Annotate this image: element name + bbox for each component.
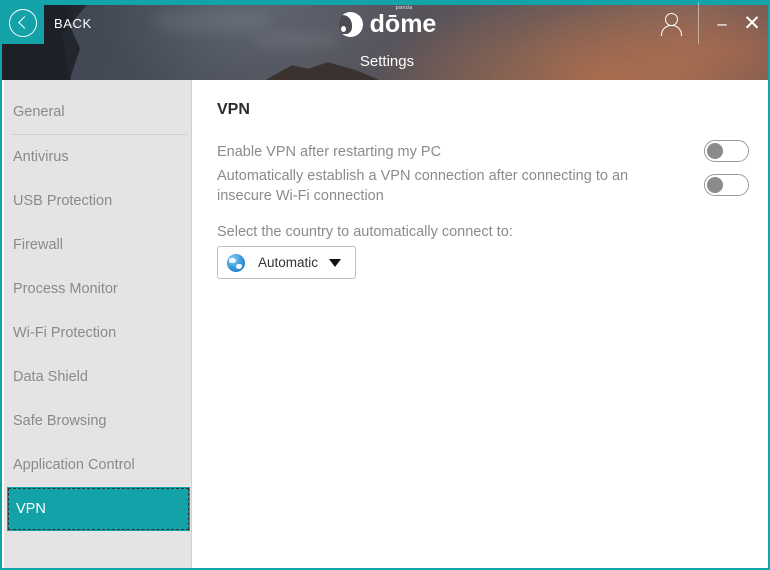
country-select-value: Automatic — [258, 255, 318, 270]
sidebar-item-label: Process Monitor — [13, 281, 118, 297]
sidebar-item-firewall[interactable]: Firewall — [4, 223, 191, 267]
window-top-accent-line — [2, 2, 770, 5]
auto-connect-insecure-wifi-toggle[interactable] — [704, 174, 749, 196]
country-select-dropdown[interactable]: Automatic — [217, 246, 356, 279]
close-button[interactable]: ✕ — [740, 12, 764, 36]
logo-brand-sub: panda — [396, 5, 413, 11]
dome-settings-window: BACK dōme panda – ✕ Settings General Ant… — [0, 0, 770, 570]
sidebar-item-label: Firewall — [13, 237, 63, 253]
window-header: BACK dōme panda – ✕ Settings — [2, 2, 770, 80]
sidebar-item-label: Antivirus — [13, 149, 69, 165]
sidebar-item-label: Application Control — [13, 457, 135, 473]
sidebar-item-wifi-protection[interactable]: Wi-Fi Protection — [4, 311, 191, 355]
sidebar-item-usb-protection[interactable]: USB Protection — [4, 179, 191, 223]
dome-logo: dōme panda — [2, 9, 770, 39]
toggle-knob — [707, 177, 723, 193]
enable-vpn-after-restart-toggle[interactable] — [704, 140, 749, 162]
auto-connect-insecure-wifi-label: Automatically establish a VPN connection… — [217, 166, 677, 206]
sidebar-item-application-control[interactable]: Application Control — [4, 443, 191, 487]
sidebar-item-vpn[interactable]: VPN — [7, 487, 190, 531]
sidebar-item-safe-browsing[interactable]: Safe Browsing — [4, 399, 191, 443]
chevron-down-icon — [329, 259, 341, 267]
panda-logo-icon — [338, 12, 363, 37]
select-country-label: Select the country to automatically conn… — [217, 222, 513, 242]
content-heading: VPN — [217, 101, 250, 119]
logo-wordmark: dōme — [370, 10, 437, 38]
settings-sidebar: General Antivirus USB Protection Firewal… — [4, 80, 192, 568]
titlebar-divider — [698, 2, 699, 44]
window-body: General Antivirus USB Protection Firewal… — [4, 80, 770, 568]
sidebar-item-label: General — [13, 104, 65, 120]
user-account-icon[interactable] — [658, 11, 684, 37]
minimize-button[interactable]: – — [710, 12, 734, 36]
sidebar-item-label: Data Shield — [13, 369, 88, 385]
sidebar-item-label: Wi-Fi Protection — [13, 325, 116, 341]
sidebar-item-label: VPN — [16, 501, 46, 517]
sidebar-item-label: USB Protection — [13, 193, 112, 209]
toggle-knob — [707, 143, 723, 159]
sidebar-item-antivirus[interactable]: Antivirus — [4, 135, 191, 179]
enable-vpn-after-restart-label: Enable VPN after restarting my PC — [217, 142, 441, 162]
sidebar-item-label: Safe Browsing — [13, 413, 107, 429]
globe-icon — [227, 254, 245, 272]
settings-content-panel: VPN Enable VPN after restarting my PC Au… — [192, 80, 770, 568]
sidebar-item-process-monitor[interactable]: Process Monitor — [4, 267, 191, 311]
sidebar-item-data-shield[interactable]: Data Shield — [4, 355, 191, 399]
page-title: Settings — [2, 53, 770, 70]
user-icon-body — [661, 25, 682, 36]
sidebar-item-general[interactable]: General — [4, 90, 191, 134]
